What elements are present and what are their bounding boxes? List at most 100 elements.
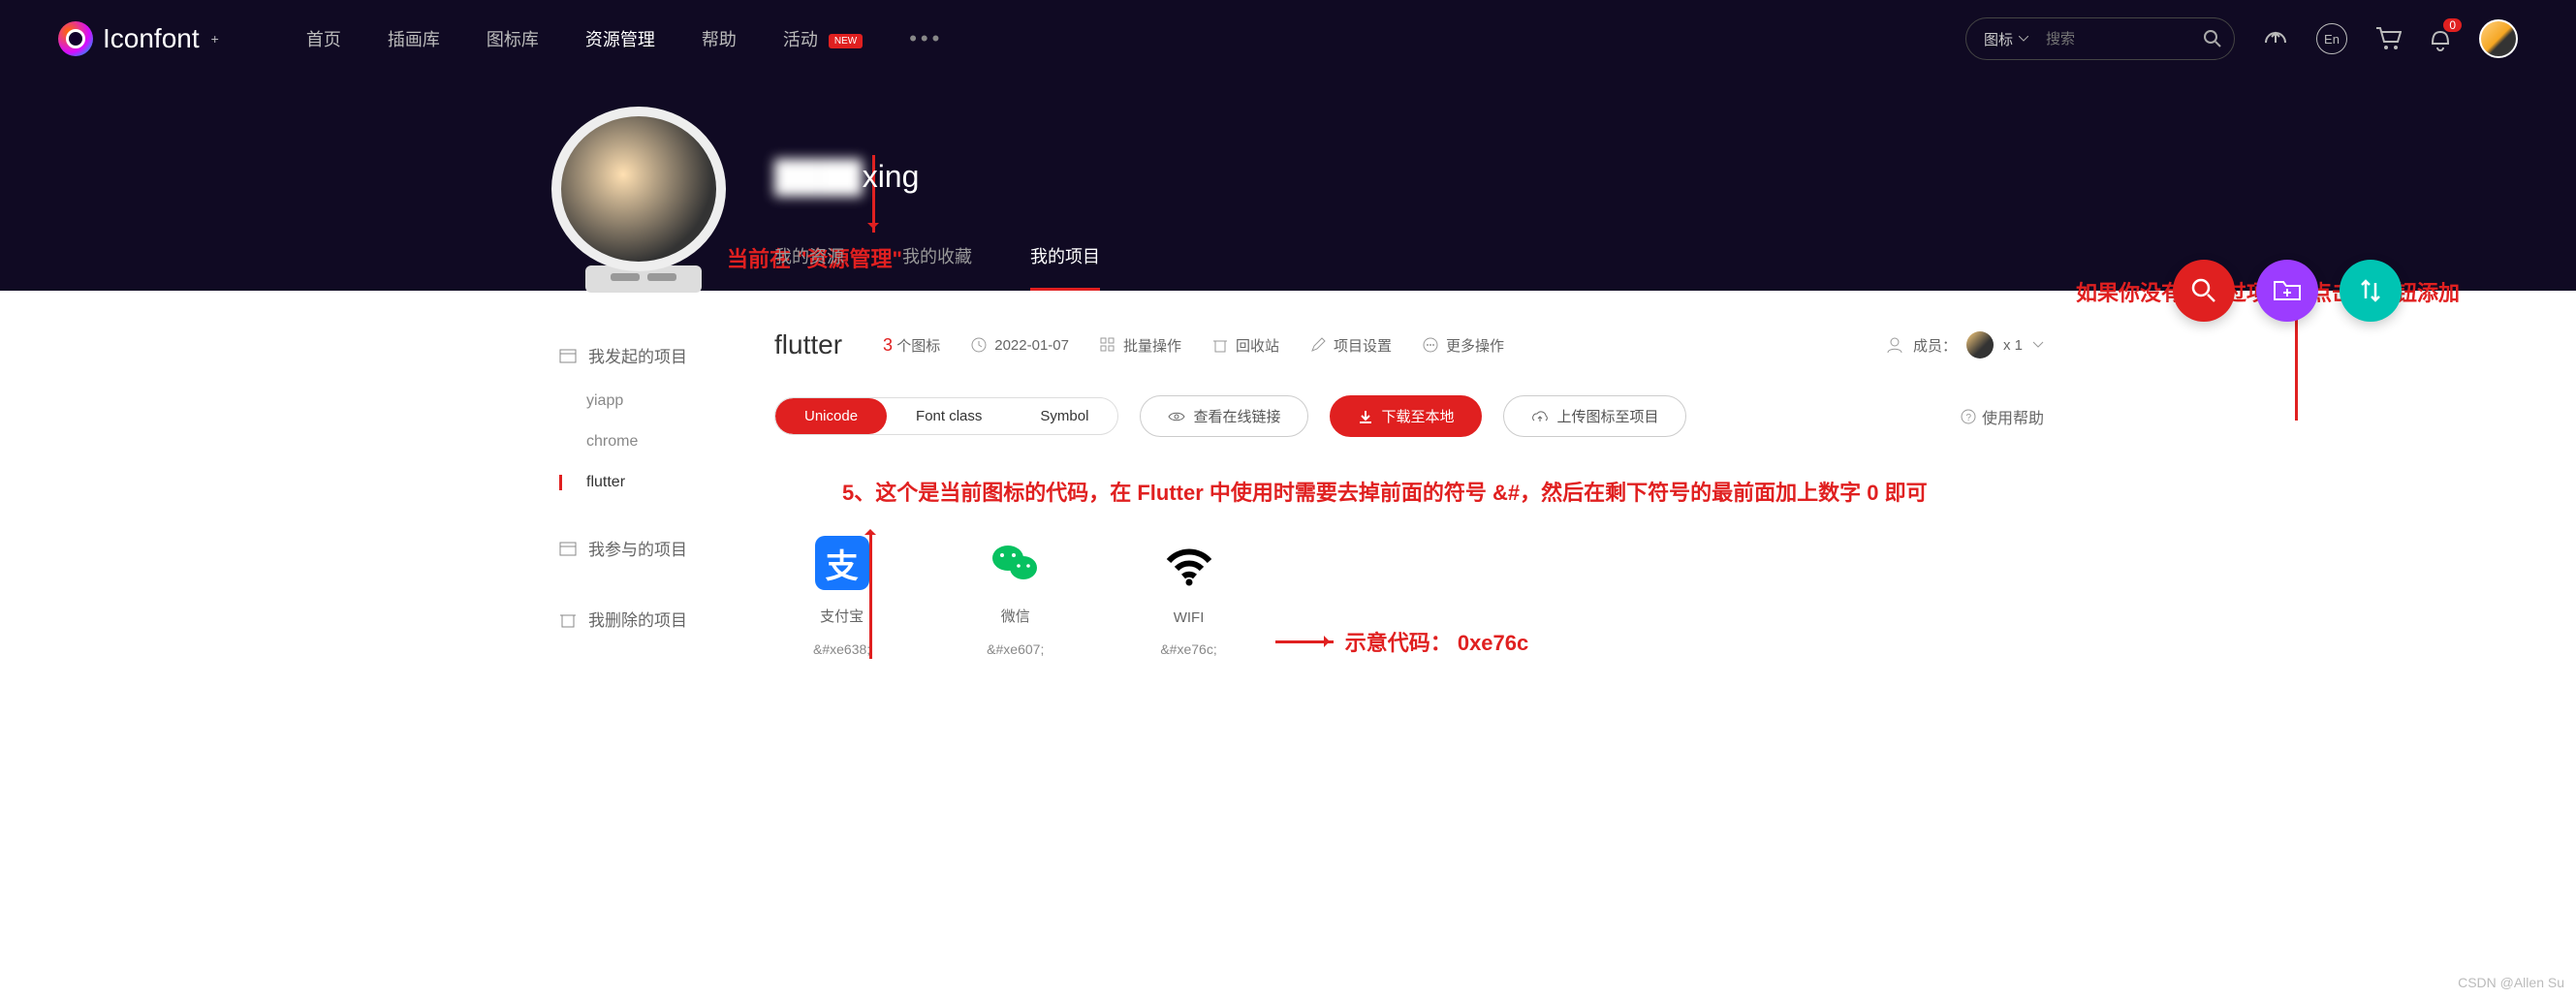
- nav-illustration[interactable]: 插画库: [388, 26, 440, 51]
- sidebar-group-created[interactable]: 我发起的项目: [532, 329, 755, 381]
- search-box: 图标: [1965, 17, 2235, 60]
- search-icon: [2190, 277, 2217, 304]
- folder-icon: [559, 540, 577, 557]
- add-folder-icon: [2273, 278, 2302, 303]
- icon-item-wifi[interactable]: WIFI &#xe76c;: [1160, 540, 1216, 657]
- upload-icon[interactable]: [2262, 25, 2289, 52]
- annotation-arrow-3: [869, 533, 872, 659]
- notif-count-badge: 0: [2443, 18, 2462, 32]
- main-content: flutter 3 个图标 2022-01-07 批量操作 回收站 项目设置 更…: [755, 291, 2044, 696]
- chevron-down-icon: [2019, 36, 2028, 42]
- more-action[interactable]: 更多操作: [1423, 335, 1504, 356]
- content: 我发起的项目 yiapp chrome flutter 我参与的项目 我删除的项…: [532, 291, 2044, 696]
- nav-activity[interactable]: 活动 NEW: [783, 26, 863, 51]
- batch-action[interactable]: 批量操作: [1100, 335, 1181, 356]
- icon-code: &#xe638;: [813, 641, 870, 657]
- language-toggle[interactable]: En: [2316, 23, 2347, 54]
- upload-button[interactable]: 上传图标至项目: [1503, 395, 1686, 437]
- annotation-arrow-4: [1275, 640, 1334, 643]
- tab-my-favorites[interactable]: 我的收藏: [902, 243, 972, 291]
- chevron-down-icon: [2032, 341, 2044, 349]
- members-section[interactable]: 成员： x 1: [1886, 331, 2044, 359]
- new-badge: NEW: [829, 34, 863, 48]
- fab-group: [2173, 260, 2402, 322]
- search-input[interactable]: [2046, 31, 2191, 47]
- download-button[interactable]: 下载至本地: [1330, 395, 1482, 437]
- nav-activity-label: 活动: [783, 30, 818, 49]
- project-date: 2022-01-07: [971, 337, 1069, 354]
- main-nav: 首页 插画库 图标库 资源管理 帮助 活动 NEW •••: [306, 26, 943, 51]
- sidebar-item-chrome[interactable]: chrome: [532, 421, 755, 462]
- code-type-tabs: Unicode Font class Symbol: [774, 397, 1118, 435]
- nav-resource[interactable]: 资源管理: [585, 26, 655, 51]
- trash-icon: [1212, 337, 1228, 353]
- watermark: CSDN @Allen Su: [2458, 975, 2564, 990]
- tab-my-resources[interactable]: 我的资源: [774, 243, 844, 291]
- fab-sort[interactable]: [2340, 260, 2402, 322]
- logo-text: Iconfont: [103, 23, 200, 54]
- sidebar-group-label: 我参与的项目: [588, 536, 687, 560]
- nav-help[interactable]: 帮助: [702, 26, 737, 51]
- profile-tabs: 我的资源 我的收藏 我的项目: [774, 243, 2044, 291]
- icon-label: WIFI: [1174, 609, 1205, 626]
- icon-code: &#xe607;: [987, 641, 1044, 657]
- grid-icon: [1100, 337, 1115, 353]
- logo[interactable]: Iconfont+: [58, 21, 219, 56]
- fab-add-project[interactable]: [2256, 260, 2318, 322]
- tab-symbol[interactable]: Symbol: [1011, 398, 1117, 434]
- eye-icon: [1168, 411, 1185, 422]
- project-name: flutter: [774, 329, 842, 360]
- nav-more-icon[interactable]: •••: [909, 26, 943, 51]
- search-icon: [2203, 29, 2222, 48]
- icon-item-wechat[interactable]: 微信 &#xe607;: [987, 536, 1044, 657]
- search-type-select[interactable]: 图标: [1966, 29, 2046, 49]
- sidebar-item-yiapp[interactable]: yiapp: [532, 381, 755, 421]
- help-link[interactable]: ? 使用帮助: [1961, 405, 2044, 428]
- wechat-icon: [989, 536, 1043, 590]
- project-count: 3 个图标: [873, 335, 940, 356]
- tab-fontclass[interactable]: Font class: [887, 398, 1011, 434]
- top-header: Iconfont+ 首页 插画库 图标库 资源管理 帮助 活动 NEW ••• …: [0, 0, 2576, 78]
- icon-label: 微信: [1001, 606, 1030, 626]
- fab-search[interactable]: [2173, 260, 2235, 322]
- tab-unicode[interactable]: Unicode: [775, 398, 887, 434]
- clock-icon: [971, 337, 987, 353]
- user-avatar[interactable]: [2479, 19, 2518, 58]
- edit-icon: [1310, 337, 1326, 353]
- username: ████xing: [774, 159, 2044, 195]
- nav-home[interactable]: 首页: [306, 26, 341, 51]
- header-right: 图标 En 0: [1965, 17, 2518, 60]
- alipay-icon: 支: [815, 536, 869, 590]
- actions-row: Unicode Font class Symbol 查看在线链接 下载至本地 上…: [774, 395, 2044, 437]
- wifi-icon: [1162, 540, 1216, 594]
- sidebar-group-joined[interactable]: 我参与的项目: [532, 522, 755, 574]
- sort-icon: [2359, 277, 2382, 304]
- download-icon: [1358, 409, 1373, 424]
- trash-action[interactable]: 回收站: [1212, 335, 1279, 356]
- member-avatar: [1966, 331, 1994, 359]
- members-count: x 1: [2003, 337, 2023, 354]
- icon-label: 支付宝: [820, 606, 864, 626]
- notifications-icon[interactable]: 0: [2429, 26, 2452, 51]
- settings-action[interactable]: 项目设置: [1310, 335, 1392, 356]
- svg-text:?: ?: [1965, 413, 1971, 423]
- profile-section: 当前在 "资源管理" 如果你没有添加过项目，点击该按钮添加 ████xing 我…: [0, 78, 2576, 291]
- search-button[interactable]: [2191, 29, 2234, 48]
- annotation-3: 5、这个是当前图标的代码，在 Flutter 中使用时需要去掉前面的符号 &#，…: [842, 476, 2044, 507]
- icon-item-alipay[interactable]: 支 支付宝 &#xe638;: [813, 536, 870, 657]
- tab-my-projects[interactable]: 我的项目: [1030, 243, 1100, 291]
- user-icon: [1886, 336, 1903, 354]
- trash-icon: [559, 610, 577, 628]
- cart-icon[interactable]: [2374, 26, 2402, 51]
- profile-avatar: [551, 107, 736, 291]
- members-label: 成员：: [1913, 335, 1957, 356]
- folder-icon: [559, 347, 577, 364]
- icon-code: &#xe76c;: [1160, 641, 1216, 657]
- sidebar-group-deleted[interactable]: 我删除的项目: [532, 593, 755, 644]
- view-online-button[interactable]: 查看在线链接: [1140, 395, 1308, 437]
- cloud-upload-icon: [1531, 410, 1549, 423]
- sidebar-group-label: 我发起的项目: [588, 343, 687, 367]
- sidebar-item-flutter[interactable]: flutter: [532, 462, 755, 503]
- sidebar: 我发起的项目 yiapp chrome flutter 我参与的项目 我删除的项…: [532, 291, 755, 696]
- nav-iconlib[interactable]: 图标库: [487, 26, 539, 51]
